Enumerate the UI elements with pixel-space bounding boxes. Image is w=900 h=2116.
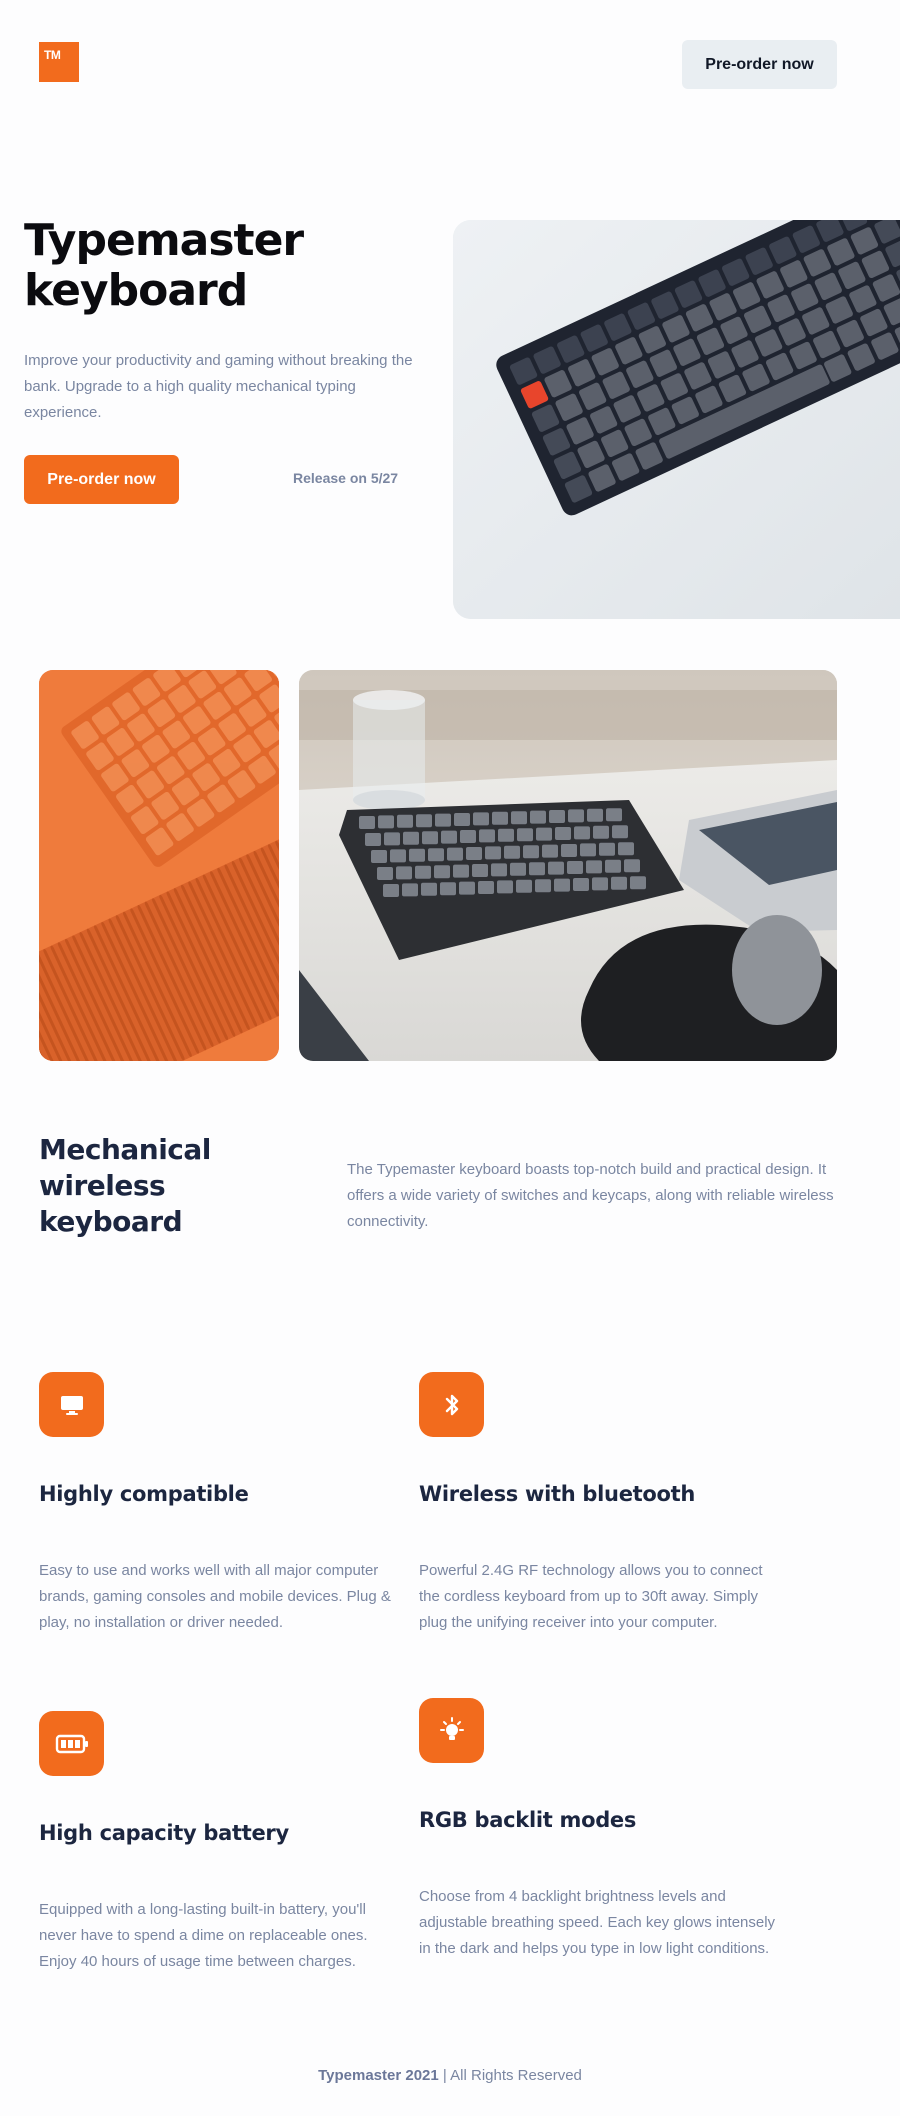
- feature-title: High capacity battery: [39, 1821, 289, 1845]
- lightbulb-icon: [419, 1698, 484, 1763]
- feature-title: Highly compatible: [39, 1482, 249, 1506]
- footer-brand: Typemaster 2021: [318, 2067, 439, 2084]
- footer-rights: All Rights Reserved: [450, 2067, 582, 2084]
- battery-icon: [39, 1711, 104, 1776]
- feature-description: Choose from 4 backlight brightness level…: [419, 1888, 776, 1957]
- site-header: TM Pre-order now: [0, 0, 900, 130]
- header-preorder-button[interactable]: Pre-order now: [682, 40, 837, 89]
- hero-keyboard-image: [453, 220, 900, 619]
- orange-keyboard-image: [39, 670, 279, 1061]
- feature-bluetooth: Wireless with bluetooth Powerful 2.4G RF…: [419, 1372, 789, 1632]
- feature-compatible: Highly compatible Easy to use and works …: [39, 1372, 409, 1632]
- feature-title: RGB backlit modes: [419, 1808, 637, 1832]
- footer-separator: |: [438, 2067, 451, 2084]
- desk-keyboard-image: [299, 670, 837, 1061]
- hero-description: Improve your productivity and gaming wit…: [24, 352, 413, 421]
- hero-title: Typemaster keyboard: [24, 215, 304, 316]
- release-date-text: Release on 5/27: [293, 470, 399, 486]
- feature-battery: High capacity battery Equipped with a lo…: [39, 1711, 409, 1971]
- logo[interactable]: TM: [39, 42, 79, 82]
- section-title: Mechanical wireless keyboard: [39, 1133, 211, 1238]
- site-footer: Typemaster 2021 | All Rights Reserved: [0, 2067, 900, 2084]
- feature-rgb-backlit: RGB backlit modes Choose from 4 backligh…: [419, 1698, 789, 1988]
- section-description: The Typemaster keyboard boasts top-notch…: [347, 1161, 834, 1230]
- hero-preorder-button[interactable]: Pre-order now: [24, 455, 179, 504]
- bluetooth-icon: [419, 1372, 484, 1437]
- feature-title: Wireless with bluetooth: [419, 1482, 696, 1506]
- monitor-icon: [39, 1372, 104, 1437]
- feature-description: Easy to use and works well with all majo…: [39, 1562, 391, 1631]
- feature-description: Powerful 2.4G RF technology allows you t…: [419, 1562, 763, 1631]
- feature-description: Equipped with a long-lasting built-in ba…: [39, 1901, 368, 1970]
